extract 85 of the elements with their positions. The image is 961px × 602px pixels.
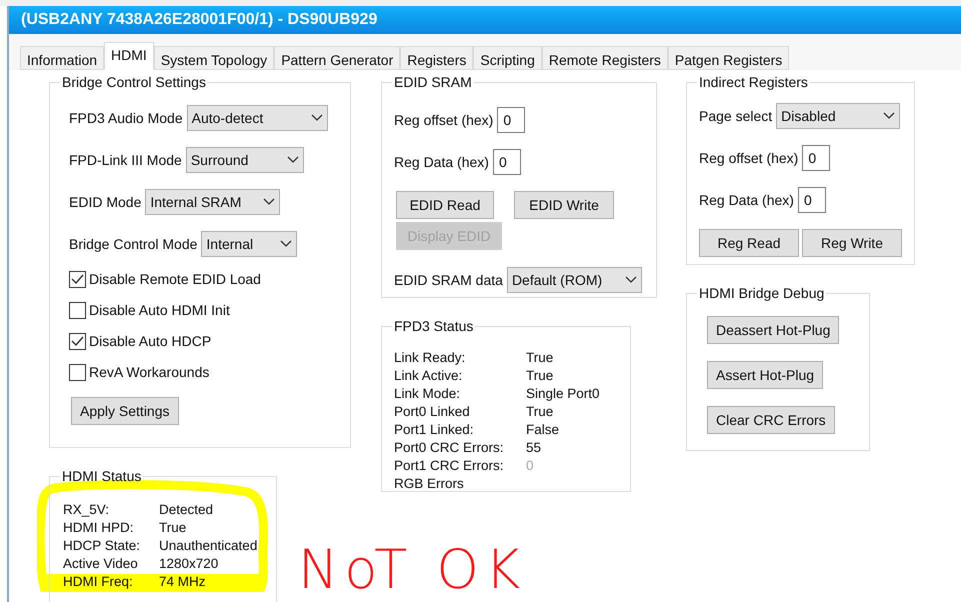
check-icon — [71, 336, 84, 347]
check-icon — [71, 274, 84, 285]
input-field[interactable]: 0 — [798, 187, 826, 213]
field-label: FPD3 Audio Mode — [69, 108, 183, 128]
tab[interactable]: Remote Registers — [542, 46, 668, 70]
status-value: True — [526, 403, 554, 421]
status-label: HDMI Freq: — [63, 573, 134, 591]
tab[interactable]: Patgen Registers — [668, 46, 790, 70]
window-title: (USB2ANY 7438A26E28001F00/1) - DS90UB929 — [21, 10, 378, 30]
tab[interactable]: HDMI — [104, 42, 154, 70]
tab[interactable]: System Topology — [154, 46, 274, 70]
checkbox-label[interactable]: Disable Auto HDCP — [89, 331, 212, 352]
input-field[interactable]: 0 — [802, 145, 830, 171]
checkbox[interactable] — [69, 333, 86, 350]
status-label: Link Active: — [394, 367, 464, 385]
status-value: Detected — [159, 501, 214, 519]
dropdown[interactable]: Internal — [201, 231, 298, 257]
dropdown[interactable]: Internal SRAM — [145, 189, 280, 215]
status-value: 74 MHz — [159, 573, 206, 591]
tab[interactable]: Registers — [400, 46, 474, 70]
status-value: Single Port0 — [526, 385, 600, 403]
button[interactable]: Reg Read — [699, 229, 799, 257]
status-label: Port1 Linked: — [394, 421, 475, 439]
button[interactable]: EDID Write — [514, 191, 614, 219]
field-label: EDID Mode — [69, 192, 142, 212]
checkbox-label[interactable]: Disable Remote EDID Load — [89, 269, 261, 290]
status-value: Unauthenticated — [159, 537, 258, 555]
status-label: Link Ready: — [394, 349, 466, 367]
status-label: RX_5V: — [63, 501, 110, 519]
field-label: FPD-Link III Mode — [69, 150, 182, 170]
status-label: HDCP State: — [63, 537, 142, 555]
status-value: 0 — [526, 457, 534, 475]
dropdown[interactable]: Auto-detect — [186, 105, 328, 131]
field-label: EDID SRAM data — [394, 270, 503, 290]
status-label: Active Video — [63, 555, 139, 573]
chevron-down-icon — [310, 114, 323, 122]
checkbox[interactable] — [69, 271, 86, 288]
field-label: Reg offset (hex) — [699, 148, 798, 168]
field-label: Reg Data (hex) — [699, 190, 794, 210]
checkbox[interactable] — [69, 302, 86, 319]
field-label: Reg Data (hex) — [394, 152, 489, 172]
status-label: RGB Errors — [394, 475, 465, 493]
handwritten-annotation: NoT OK — [298, 540, 526, 600]
group-title: Indirect Registers — [698, 73, 809, 92]
dropdown[interactable]: Disabled — [776, 103, 900, 129]
group-title: Bridge Control Settings — [61, 73, 207, 92]
button[interactable]: Clear CRC Errors — [707, 406, 835, 434]
status-value: 55 — [526, 439, 542, 457]
field-label: Bridge Control Mode — [69, 234, 198, 254]
status-label: Port1 CRC Errors: — [394, 457, 505, 475]
input-field[interactable]: 0 — [492, 149, 521, 175]
group-title: EDID SRAM — [393, 73, 473, 92]
chevron-down-icon — [280, 240, 292, 248]
status-label: Port0 Linked — [394, 403, 471, 421]
status-value: True — [159, 519, 186, 537]
chevron-down-icon — [883, 112, 896, 120]
field-label: Page select — [699, 106, 772, 126]
button[interactable]: Deassert Hot-Plug — [707, 316, 840, 344]
status-value: 1280x720 — [159, 555, 218, 573]
chevron-down-icon — [286, 156, 299, 164]
status-value: True — [526, 349, 554, 367]
tab[interactable]: Information — [20, 46, 104, 70]
input-field[interactable]: 0 — [497, 107, 526, 133]
button[interactable]: Assert Hot-Plug — [707, 361, 824, 389]
group-title: FPD3 Status — [393, 317, 474, 336]
button[interactable]: EDID Read — [396, 191, 494, 219]
status-label: Link Mode: — [394, 385, 462, 403]
checkbox[interactable] — [69, 364, 86, 381]
group-title: HDMI Bridge Debug — [698, 284, 826, 303]
status-label: Port0 CRC Errors: — [394, 439, 505, 457]
group-title: HDMI Status — [61, 467, 142, 486]
status-value: True — [526, 367, 554, 385]
status-label: HDMI HPD: — [63, 519, 134, 537]
chevron-down-icon — [624, 276, 637, 284]
field-label: Reg offset (hex) — [394, 110, 494, 130]
button[interactable]: Reg Write — [802, 229, 902, 257]
tab[interactable]: Scripting — [473, 46, 542, 70]
dropdown[interactable]: Default (ROM) — [506, 267, 642, 293]
chevron-down-icon — [263, 198, 276, 206]
status-value: False — [526, 421, 560, 439]
checkbox-label[interactable]: RevA Workarounds — [89, 362, 210, 383]
button[interactable]: Apply Settings — [71, 397, 178, 425]
tab[interactable]: Pattern Generator — [274, 46, 400, 70]
dropdown[interactable]: Surround — [186, 147, 304, 173]
checkbox-label[interactable]: Disable Auto HDMI Init — [89, 300, 230, 321]
